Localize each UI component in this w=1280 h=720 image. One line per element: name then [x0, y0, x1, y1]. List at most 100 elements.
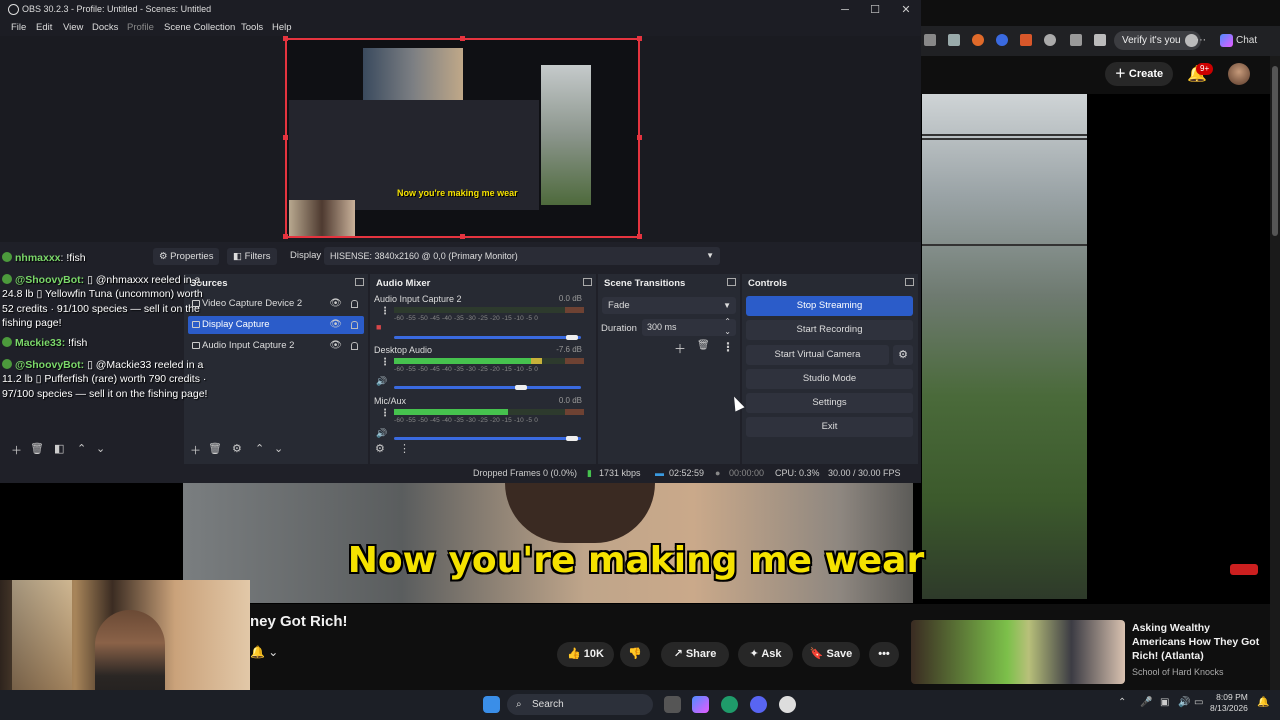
duration-spinbox[interactable]: 300 ms ⌃ ⌄	[642, 317, 736, 337]
bookmark-icon[interactable]	[924, 34, 936, 46]
volume-knob[interactable]	[515, 385, 528, 390]
popout-icon[interactable]	[905, 278, 914, 286]
menu-view[interactable]: View	[63, 22, 83, 33]
filters-button[interactable]: ◧ Filters	[227, 248, 277, 265]
windows-start-icon[interactable]	[483, 696, 500, 713]
scene-filter-icon[interactable]: ◧	[54, 442, 64, 455]
scrollbar[interactable]	[1270, 56, 1280, 690]
add-source-icon[interactable]: ＋	[190, 442, 201, 458]
network-icon[interactable]: ▣	[1160, 697, 1169, 708]
settings-button[interactable]: Settings	[746, 393, 913, 413]
resize-handle[interactable]	[637, 36, 642, 41]
mixer-menu-icon[interactable]: ⋮	[380, 357, 390, 368]
extension-icon[interactable]	[948, 34, 960, 46]
edge-icon[interactable]	[721, 696, 738, 713]
create-button[interactable]: ＋ Create	[1105, 62, 1173, 86]
menu-edit[interactable]: Edit	[36, 22, 52, 33]
download-icon[interactable]	[1020, 34, 1032, 46]
speaker-icon[interactable]: 🔊	[376, 428, 387, 439]
recommended-channel[interactable]: School of Hard Knocks	[1132, 667, 1224, 677]
popout-icon[interactable]	[355, 278, 364, 286]
source-item[interactable]: Video Capture Device 2 👁	[188, 295, 364, 313]
resize-handle[interactable]	[283, 234, 288, 239]
taskbar-clock[interactable]: 8:09 PM 8/13/2026	[1210, 692, 1248, 714]
remove-scene-icon[interactable]: 🗑	[30, 442, 44, 455]
advanced-audio-icon[interactable]: ⚙	[375, 442, 385, 455]
volume-slider[interactable]	[394, 335, 581, 340]
add-scene-icon[interactable]: ＋	[11, 442, 22, 458]
move-up-icon[interactable]: ⌃	[77, 442, 86, 455]
popout-icon[interactable]	[583, 278, 592, 286]
resize-handle[interactable]	[283, 36, 288, 41]
spinner-arrows-icon[interactable]: ⌃ ⌄	[724, 317, 731, 337]
volume-slider[interactable]	[394, 436, 581, 441]
move-down-icon[interactable]: ⌄	[274, 442, 283, 455]
speaker-icon[interactable]: 🔊	[376, 376, 387, 387]
volume-knob[interactable]	[565, 335, 578, 340]
avatar[interactable]	[1228, 63, 1250, 85]
ask-button[interactable]: ✦ Ask	[738, 642, 793, 667]
source-properties-icon[interactable]: ⚙	[232, 442, 242, 455]
extension-icon[interactable]	[996, 34, 1008, 46]
extension-icon[interactable]	[972, 34, 984, 46]
start-recording-button[interactable]: Start Recording	[746, 320, 913, 340]
lock-icon[interactable]	[351, 300, 358, 308]
resize-handle[interactable]	[460, 36, 465, 41]
copilot-icon[interactable]	[692, 696, 709, 713]
lock-icon[interactable]	[351, 321, 358, 329]
discord-icon[interactable]	[750, 696, 767, 713]
taskbar-search[interactable]: ⌕ Search	[507, 694, 653, 715]
tray-chevron-icon[interactable]: ⌃	[1118, 697, 1126, 708]
menu-file[interactable]: File	[11, 22, 26, 33]
move-down-icon[interactable]: ⌄	[96, 442, 105, 455]
transition-menu-icon[interactable]: ⋮	[722, 340, 734, 354]
volume-slider[interactable]	[394, 385, 581, 390]
resize-handle[interactable]	[637, 234, 642, 239]
menu-scene-collection[interactable]: Scene Collection	[164, 22, 235, 33]
mixer-menu-icon[interactable]: ⋮	[380, 306, 390, 317]
minimize-button[interactable]: ─	[831, 2, 859, 18]
menu-help[interactable]: Help	[272, 22, 292, 33]
copilot-chat-button[interactable]: Chat	[1220, 31, 1257, 50]
close-button[interactable]: ✕	[892, 2, 920, 18]
preview-canvas[interactable]: Now you're making me wear	[285, 38, 640, 238]
eye-icon[interactable]: 👁	[329, 337, 342, 355]
recommended-title[interactable]: Asking Wealthy Americans How They Got Ri…	[1132, 621, 1262, 663]
resize-handle[interactable]	[637, 135, 642, 140]
mixer-menu-icon[interactable]: ⋮	[399, 442, 410, 455]
lock-icon[interactable]	[351, 342, 358, 350]
notification-icon[interactable]: 🔔	[1257, 697, 1269, 708]
menu-profile[interactable]: Profile	[127, 22, 154, 33]
transition-select[interactable]: Fade ▼	[602, 297, 736, 314]
refresh-icon[interactable]	[1044, 34, 1056, 46]
muted-speaker-icon[interactable]: ■	[376, 322, 381, 332]
mic-icon[interactable]: 🎤	[1140, 697, 1152, 708]
eye-icon[interactable]: 👁	[329, 295, 342, 313]
studio-mode-button[interactable]: Studio Mode	[746, 369, 913, 389]
virtual-camera-settings-icon[interactable]: ⚙	[893, 345, 913, 365]
move-up-icon[interactable]: ⌃	[255, 442, 264, 455]
menu-docks[interactable]: Docks	[92, 22, 118, 33]
verify-button[interactable]: Verify it's you	[1114, 31, 1201, 50]
star-icon[interactable]	[1094, 34, 1106, 46]
menu-tools[interactable]: Tools	[241, 22, 263, 33]
battery-icon[interactable]: ▭	[1194, 697, 1203, 708]
exit-button[interactable]: Exit	[746, 417, 913, 437]
start-virtual-camera-button[interactable]: Start Virtual Camera	[746, 345, 889, 365]
stop-streaming-button[interactable]: Stop Streaming	[746, 296, 913, 316]
more-actions-button[interactable]: •••	[869, 642, 899, 667]
share-button[interactable]: ↗ Share	[661, 642, 729, 667]
subscribe-bell-button[interactable]: 🔔 ⌄	[250, 645, 292, 665]
like-button[interactable]: 👍 10K	[557, 642, 614, 667]
volume-icon[interactable]: 🔊	[1178, 697, 1190, 708]
remove-source-icon[interactable]: 🗑	[208, 442, 222, 455]
recommended-thumbnail[interactable]	[911, 620, 1125, 684]
display-select[interactable]: HISENSE: 3840x2160 @ 0,0 (Primary Monito…	[324, 247, 720, 265]
resize-handle[interactable]	[460, 234, 465, 239]
task-view-icon[interactable]	[664, 696, 681, 713]
source-item[interactable]: Display Capture 👁	[188, 316, 364, 334]
obs-taskbar-icon[interactable]	[779, 696, 796, 713]
source-item[interactable]: Audio Input Capture 2 👁	[188, 337, 364, 355]
more-icon[interactable]: ⋯	[1196, 35, 1206, 46]
dislike-button[interactable]: 👎	[620, 642, 650, 667]
